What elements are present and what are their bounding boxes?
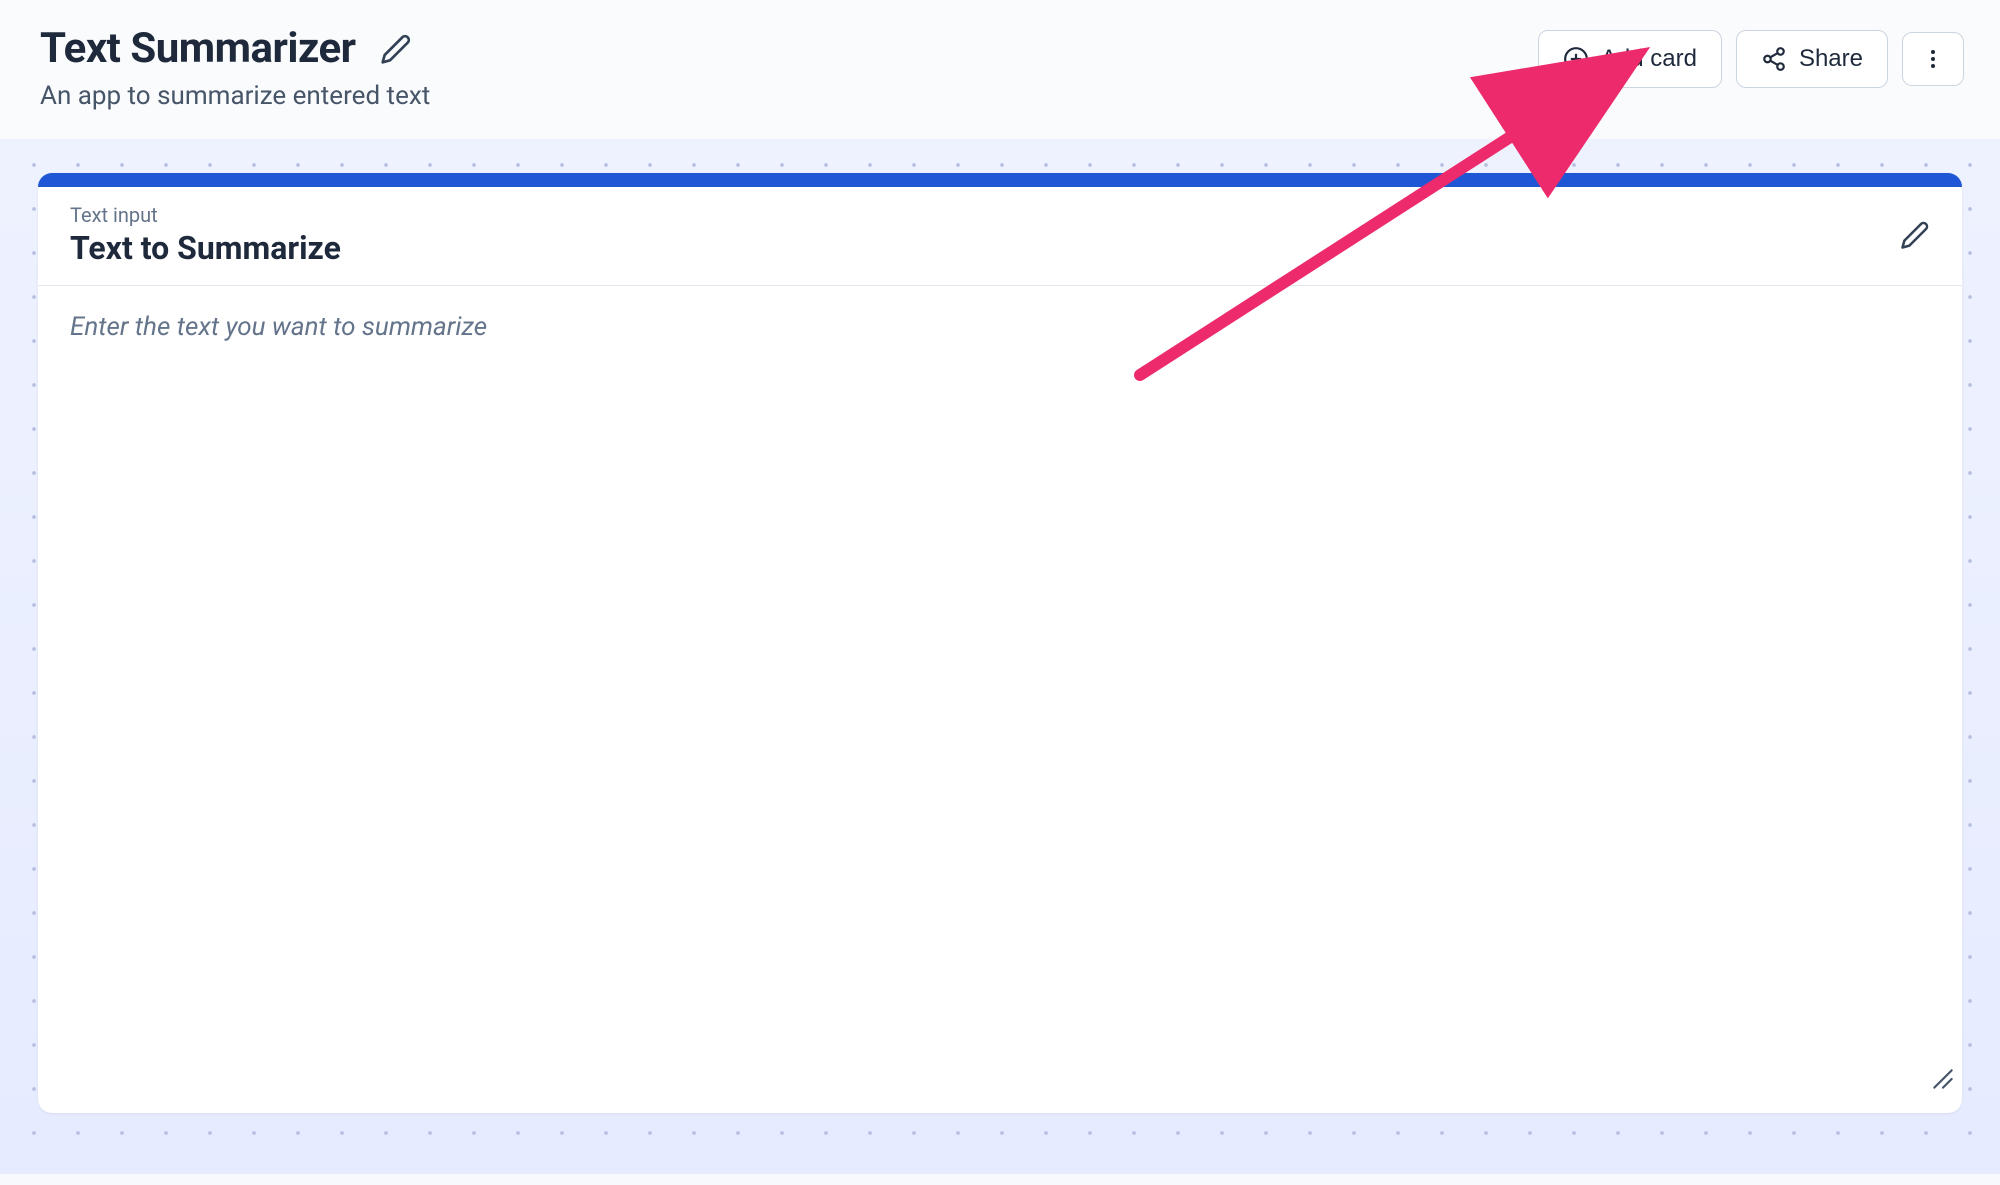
card-header-left: Text input Text to Summarize: [70, 203, 341, 267]
header-left: Text Summarizer An app to summarize ente…: [40, 24, 430, 111]
more-vertical-icon: [1921, 47, 1945, 71]
app-header: Text Summarizer An app to summarize ente…: [0, 0, 2000, 139]
edit-title-button[interactable]: [380, 33, 412, 65]
share-label: Share: [1799, 45, 1863, 73]
edit-card-button[interactable]: [1900, 220, 1930, 250]
canvas-area: Text input Text to Summarize: [0, 139, 2000, 1174]
header-actions: Add card Share: [1538, 24, 1964, 88]
pencil-icon: [1900, 220, 1930, 250]
text-input-card: Text input Text to Summarize: [38, 173, 1962, 1113]
resize-handle[interactable]: [1930, 1066, 1956, 1096]
page-title: Text Summarizer: [40, 24, 356, 73]
card-header-actions: [1900, 220, 1930, 250]
card-title: Text to Summarize: [70, 229, 341, 267]
pencil-icon: [380, 33, 412, 65]
card-header: Text input Text to Summarize: [38, 187, 1962, 286]
add-card-button[interactable]: Add card: [1538, 30, 1722, 88]
title-row: Text Summarizer: [40, 24, 430, 73]
card-type-label: Text input: [70, 203, 341, 227]
plus-circle-icon: [1563, 46, 1589, 72]
share-icon: [1761, 46, 1787, 72]
card-body: [38, 286, 1962, 1102]
summarize-textarea[interactable]: [38, 286, 1962, 1102]
resize-icon: [1930, 1066, 1956, 1092]
more-options-button[interactable]: [1902, 32, 1964, 86]
add-card-label: Add card: [1601, 45, 1697, 73]
share-button[interactable]: Share: [1736, 30, 1888, 88]
page-subtitle: An app to summarize entered text: [40, 81, 430, 111]
